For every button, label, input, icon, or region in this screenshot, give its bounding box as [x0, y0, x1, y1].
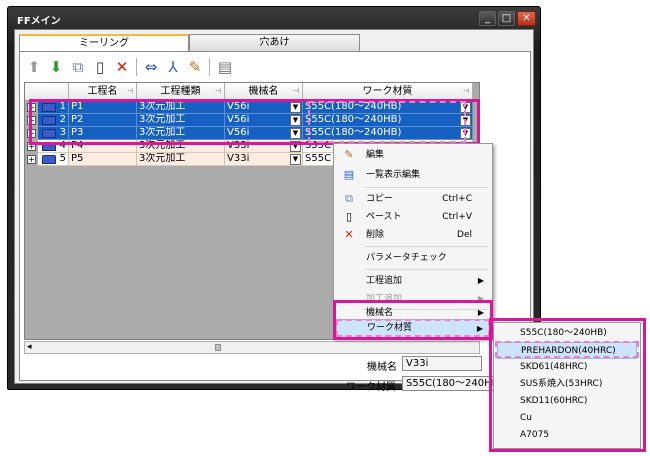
cell-process-name[interactable]: P5 [69, 153, 137, 166]
down-arrow-icon[interactable]: ⬇ [46, 57, 66, 77]
toolbar-separator [136, 58, 137, 76]
dropdown-arrow-icon[interactable]: ▼ [290, 154, 301, 165]
copy-icon[interactable]: ⧉ [68, 57, 88, 77]
menu-item-edit[interactable]: ✎ 編集 [336, 145, 490, 165]
up-arrow-icon[interactable]: ⬆ [24, 57, 44, 77]
minimize-button[interactable]: _ [479, 11, 496, 26]
expand-icon[interactable]: + [27, 155, 36, 164]
edit-icon[interactable]: ✎ [185, 57, 205, 77]
maximize-button[interactable]: □ [498, 11, 515, 26]
tab-drilling[interactable]: 穴あけ [189, 34, 360, 51]
paste-icon[interactable]: ▯ [90, 57, 110, 77]
scroll-left-icon[interactable]: ◂ [27, 342, 32, 353]
list-icon: ▤ [343, 168, 355, 181]
highlight-dashed-prehardon [495, 341, 639, 358]
highlight-dashed-material-cells [308, 101, 466, 143]
menu-separator [364, 269, 488, 270]
pin-icon[interactable]: ⊣ [293, 83, 299, 100]
delete-icon[interactable]: ✕ [112, 57, 132, 77]
rename-icon[interactable]: ⇔ [141, 57, 161, 77]
menu-separator [364, 246, 488, 247]
tab-milling[interactable]: ミーリング [19, 34, 189, 51]
database-icon[interactable]: ▤ [215, 57, 235, 77]
menu-separator [364, 187, 488, 188]
pin-icon[interactable]: ⊣ [127, 83, 133, 100]
submenu-arrow-icon: ▶ [477, 276, 484, 285]
machine-name-field[interactable]: V33i [402, 356, 482, 371]
menu-item-paste[interactable]: ▯ ペースト Ctrl+V [336, 207, 490, 227]
menu-item-list-edit[interactable]: ▤ 一覧表示編集 [336, 165, 490, 185]
copy-icon: ⧉ [345, 192, 353, 205]
menu-item-add-process[interactable]: 工程追加 ▶ [336, 271, 490, 291]
menu-item-param-check[interactable]: パラメータチェック [336, 248, 490, 268]
row-lock-icon [42, 155, 56, 164]
edit-icon: ✎ [344, 148, 354, 161]
highlight-dashed-work-material [336, 319, 490, 337]
menu-item-copy[interactable]: ⧉ コピー Ctrl+C [336, 189, 490, 209]
horizontal-scrollbar[interactable]: ◂ [24, 341, 480, 354]
cell-process-type[interactable]: 3次元加工 [137, 153, 225, 166]
paste-icon: ▯ [345, 210, 353, 223]
window-title: FFメイン [17, 16, 61, 27]
pin-icon[interactable]: ⊣ [463, 83, 469, 100]
close-button[interactable]: ✕ [517, 11, 536, 26]
machine-name-label: 機械名 [367, 362, 397, 373]
axis-icon[interactable]: ⅄ [163, 57, 183, 77]
menu-item-delete[interactable]: ✕ 削除 Del [336, 225, 490, 245]
toolbar-separator [209, 58, 210, 76]
pin-icon[interactable]: ⊣ [215, 83, 221, 100]
delete-icon: ✕ [344, 228, 354, 241]
work-material-label: ワーク材質 [346, 382, 396, 393]
highlight-frame-submenu [489, 318, 646, 452]
scroll-thumb[interactable] [215, 344, 221, 351]
